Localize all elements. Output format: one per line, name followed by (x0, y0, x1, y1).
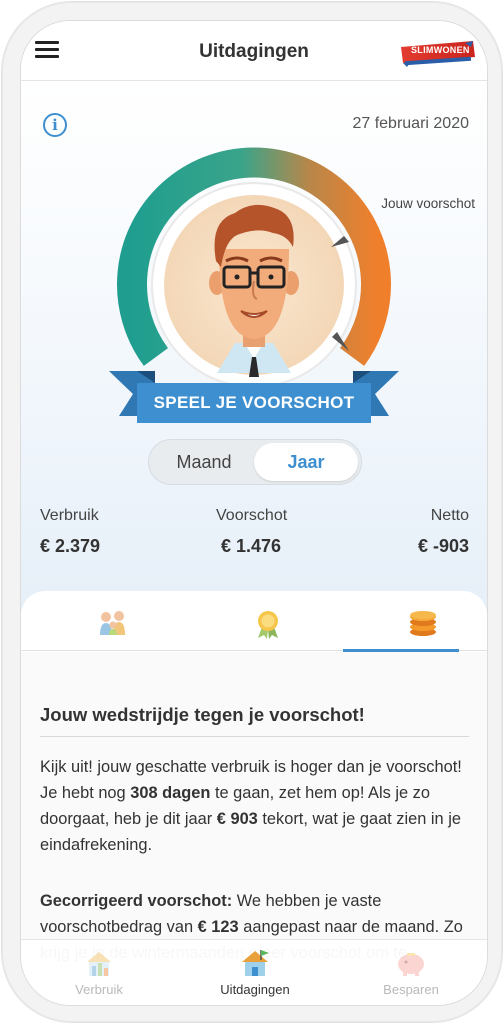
nav-uitdagingen-label: Uitdagingen (220, 982, 290, 997)
house-flag-icon (242, 950, 269, 976)
stat-verbruik-label: Verbruik (40, 507, 99, 524)
nav-verbruik[interactable]: Verbruik (21, 940, 177, 1005)
nav-besparen[interactable]: Besparen (333, 940, 487, 1005)
tab-family[interactable] (33, 591, 189, 651)
content-divider (40, 736, 469, 737)
toggle-jaar[interactable]: Jaar (254, 443, 358, 481)
medal-icon (258, 611, 278, 639)
app-screen: Uitdagingen SLIMWONEN i 27 februari 2020… (20, 20, 488, 1006)
challenge-content: Jouw wedstrijdje tegen je voorschot! Kij… (21, 652, 487, 962)
family-icon (100, 611, 125, 635)
stat-voorschot-value: € 1.476 (221, 536, 282, 556)
banner-text[interactable]: SPEEL JE VOORSCHOT (137, 388, 371, 418)
nav-verbruik-label: Verbruik (75, 982, 123, 997)
content-title: Jouw wedstrijdje tegen je voorschot! (40, 704, 365, 725)
tab-medal[interactable] (189, 591, 345, 651)
bottom-navigation: Verbruik Uitdagingen Besparen (21, 939, 487, 1005)
chart-house-icon (87, 952, 111, 976)
stat-voorschot-label: Voorschot (216, 507, 288, 524)
toggle-maand[interactable]: Maand (152, 443, 256, 481)
voorschot-gauge (109, 147, 399, 423)
nav-besparen-label: Besparen (383, 982, 439, 997)
piggy-bank-icon (398, 953, 424, 976)
period-toggle: Maand Jaar (148, 439, 362, 485)
stat-verbruik-value: € 2.379 (40, 536, 101, 556)
challenge-tabs (21, 591, 487, 651)
nav-uitdagingen[interactable]: Uitdagingen (177, 940, 333, 1005)
tab-coins[interactable] (343, 591, 487, 651)
paragraph-warning: Kijk uit! jouw geschatte verbruik is hog… (40, 758, 462, 854)
phone-frame: Uitdagingen SLIMWONEN i 27 februari 2020… (2, 2, 502, 1022)
coins-icon (410, 611, 436, 636)
stat-netto-value: € -903 (417, 536, 469, 556)
stat-netto-label: Netto (430, 507, 469, 524)
